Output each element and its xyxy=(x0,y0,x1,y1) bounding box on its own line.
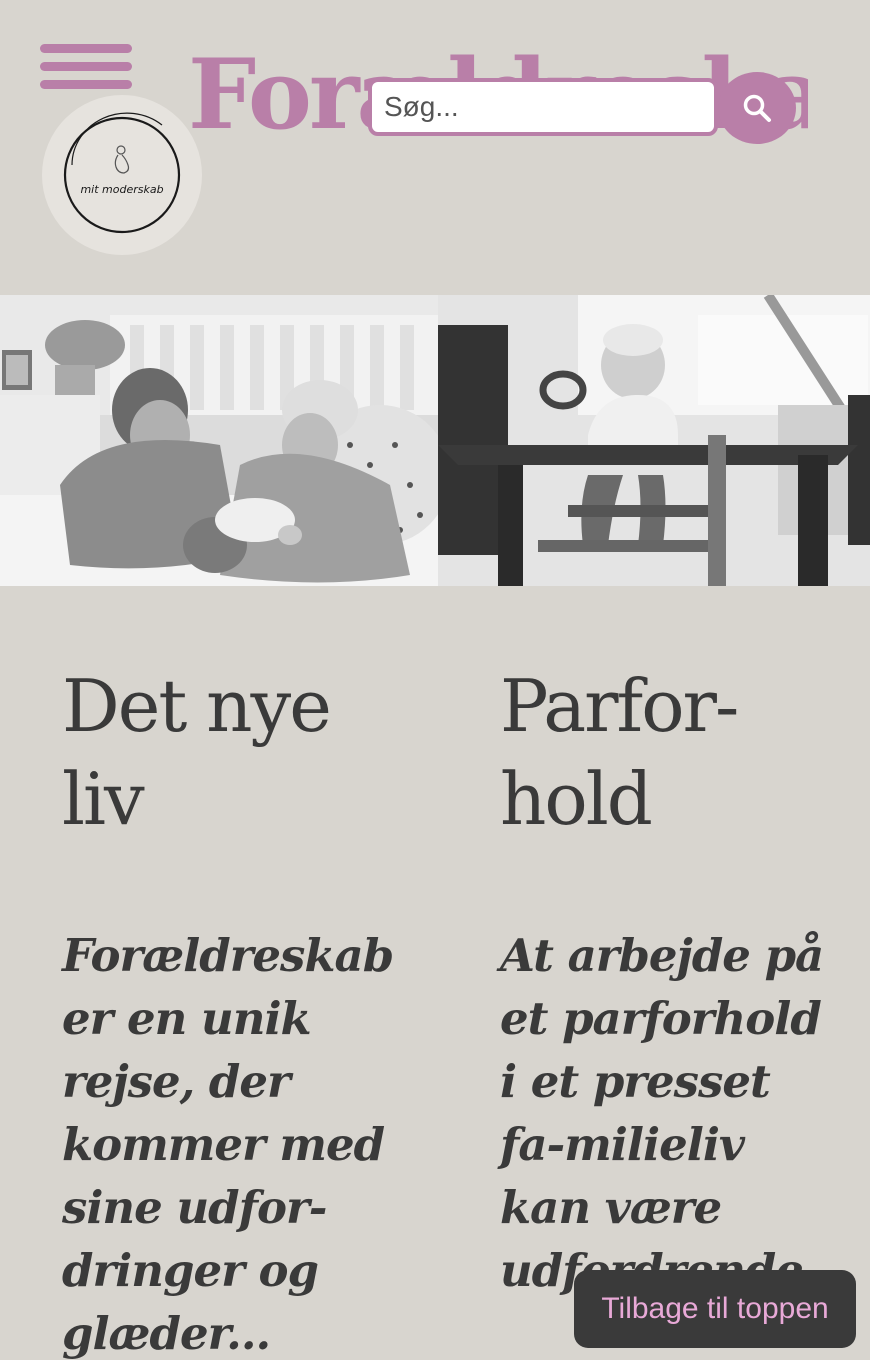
page: Forældreskab mit moderskab xyxy=(0,0,870,1360)
hamburger-bar xyxy=(40,80,132,89)
hamburger-bar xyxy=(40,44,132,53)
article-title-line: hold xyxy=(500,757,653,841)
article-title-line: liv xyxy=(62,757,145,841)
article-title[interactable]: Det nye liv xyxy=(62,660,402,846)
article-excerpt: At arbejde på et parforhold i et presset… xyxy=(500,929,848,1297)
article-title-line: Det nye xyxy=(62,664,332,748)
logo-text: mit moderskab xyxy=(80,183,163,196)
hamburger-menu-icon[interactable] xyxy=(40,44,132,92)
search-button[interactable] xyxy=(718,72,796,144)
back-to-top-button[interactable]: Tilbage til toppen xyxy=(574,1270,856,1348)
logo[interactable]: mit moderskab xyxy=(42,95,202,255)
article-excerpt: Forældreskab er en unik rejse, der komme… xyxy=(62,929,394,1360)
article-card[interactable]: Det nye liv Forældreskab er en unik rejs… xyxy=(62,660,402,1360)
article-image-baby[interactable] xyxy=(438,295,870,586)
logo-icon: mit moderskab xyxy=(63,112,181,234)
search-input[interactable] xyxy=(368,78,718,136)
hero-images xyxy=(0,295,870,586)
hamburger-bar xyxy=(40,62,132,71)
article-image-family[interactable] xyxy=(0,295,438,586)
article-card[interactable]: Parfor- hold At arbejde på et parforhold… xyxy=(500,660,848,1302)
search-bar xyxy=(368,72,798,144)
article-title-line: Parfor- xyxy=(500,664,739,748)
search-icon xyxy=(743,94,771,122)
article-title[interactable]: Parfor- hold xyxy=(500,660,830,846)
